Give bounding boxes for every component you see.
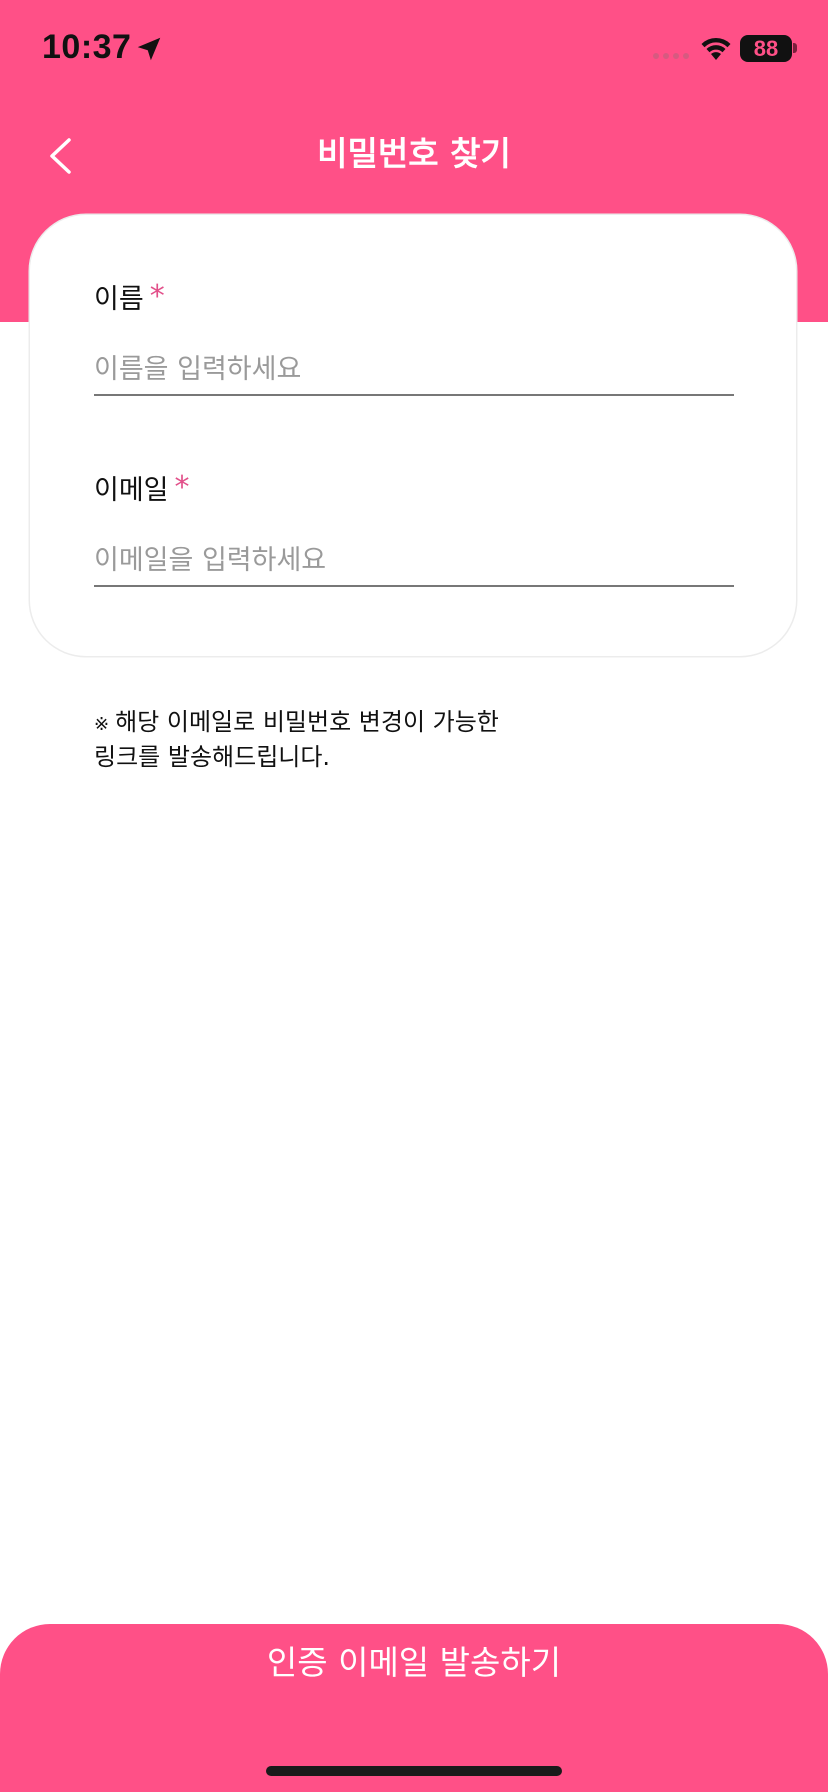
required-asterisk: * xyxy=(174,470,190,505)
notice-line-2: 링크를 발송해드립니다. xyxy=(94,743,331,771)
location-arrow-icon xyxy=(137,37,161,61)
notice-line-1-text: 해당 이메일로 비밀번호 변경이 가능한 xyxy=(115,708,499,736)
required-asterisk: * xyxy=(149,279,165,314)
cellular-signal-icon xyxy=(653,53,689,59)
home-indicator xyxy=(266,1766,562,1776)
notice-mark: ※ xyxy=(94,714,110,735)
battery-level: 88 xyxy=(753,36,779,61)
email-input[interactable] xyxy=(94,535,734,587)
page-title: 비밀번호 찾기 xyxy=(317,134,511,173)
name-input[interactable] xyxy=(94,344,734,396)
wifi-icon xyxy=(701,37,731,60)
notice-text: ※ 해당 이메일로 비밀번호 변경이 가능한 링크를 발송해드립니다. xyxy=(94,706,554,773)
name-label-text: 이름 xyxy=(94,284,144,315)
status-time: 10:37 xyxy=(42,28,132,66)
battery-nub xyxy=(793,43,797,53)
notice-line-1: ※ 해당 이메일로 비밀번호 변경이 가능한 xyxy=(94,706,554,741)
email-label: 이메일 * xyxy=(94,470,190,509)
name-label: 이름 * xyxy=(94,279,165,318)
battery-icon: 88 xyxy=(740,35,792,62)
email-label-text: 이메일 xyxy=(94,475,169,506)
